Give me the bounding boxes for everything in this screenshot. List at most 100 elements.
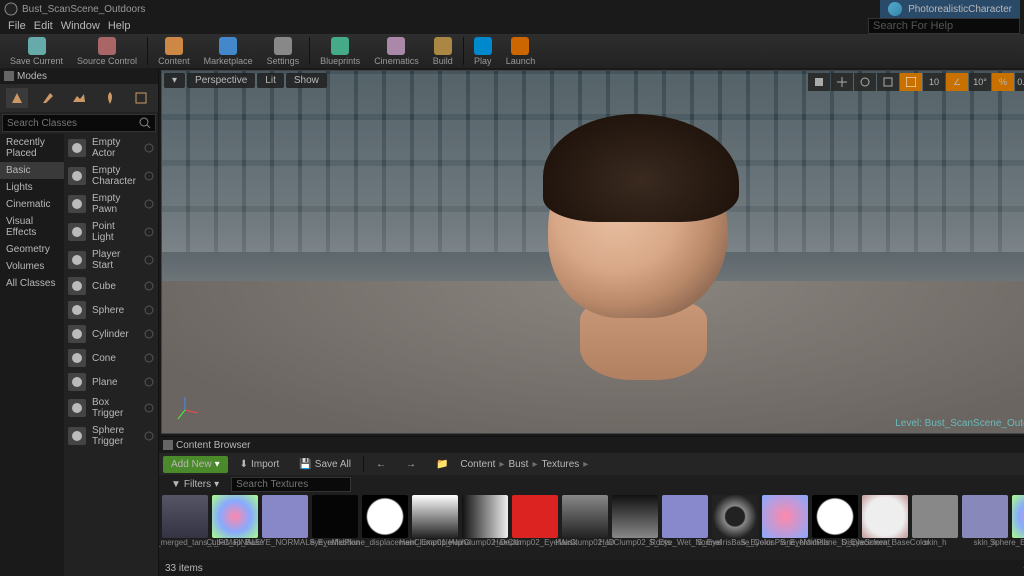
project-badge[interactable]: PhotorealisticCharacter: [880, 0, 1020, 18]
menu-file[interactable]: File: [8, 20, 26, 32]
toolbar-build[interactable]: Build: [427, 36, 459, 67]
refresh-icon: [144, 281, 154, 291]
foliage-mode-icon[interactable]: [99, 88, 121, 108]
search-help-input[interactable]: Search For Help: [868, 18, 1020, 34]
place-mode-icon[interactable]: [6, 88, 28, 108]
back-button[interactable]: ←: [368, 456, 394, 473]
asset-item[interactable]: CH2_exp04_merged_tans_t_FC_FINAL: [161, 495, 209, 558]
rotate-tool-icon[interactable]: [854, 73, 876, 91]
folder-icon[interactable]: 📁: [428, 456, 456, 473]
actor-box-trigger[interactable]: Box Trigger: [64, 394, 158, 422]
forward-button[interactable]: →: [398, 456, 424, 473]
actor-plane[interactable]: Plane: [64, 370, 158, 394]
viewport[interactable]: ▾ Perspective Lit Show 10 ∠ 10° % 0.25 📷…: [161, 70, 1024, 434]
scale-tool-icon[interactable]: [877, 73, 899, 91]
actor-point-light[interactable]: Point Light: [64, 218, 158, 246]
category-lights[interactable]: Lights: [0, 179, 64, 196]
refresh-icon: [144, 199, 154, 209]
lit-button[interactable]: Lit: [257, 73, 284, 88]
viewport-left-toolbar: ▾ Perspective Lit Show: [164, 73, 327, 88]
cb-toolbar: Add New ▾ ⬇ Import 💾 Save All ← → 📁 Cont…: [159, 453, 1024, 475]
cb-item-count: 33 items: [165, 563, 203, 574]
category-geometry[interactable]: Geometry: [0, 241, 64, 258]
filters-button[interactable]: ▼ Filters ▾: [163, 476, 227, 493]
asset-thumbnail: [862, 495, 908, 538]
asset-item[interactable]: S_EyeSclera_BaseColor: [861, 495, 909, 558]
show-button[interactable]: Show: [286, 73, 327, 88]
menu-window[interactable]: Window: [61, 20, 100, 32]
scale-snap-toggle[interactable]: %: [992, 73, 1014, 91]
asset-thumbnail: [1012, 495, 1024, 538]
toolbar-settings[interactable]: Settings: [261, 36, 306, 67]
asset-item[interactable]: CubeMap_Base: [211, 495, 259, 558]
asset-thumbnail: [262, 495, 308, 538]
translate-tool-icon[interactable]: [831, 73, 853, 91]
paint-mode-icon[interactable]: [37, 88, 59, 108]
actor-list: Empty ActorEmpty CharacterEmpty PawnPoin…: [64, 134, 158, 576]
toolbar-launch[interactable]: Launch: [500, 36, 542, 67]
cb-search-input[interactable]: [231, 477, 351, 492]
bc-textures[interactable]: Textures: [542, 459, 580, 470]
menu-help[interactable]: Help: [108, 20, 131, 32]
category-all-classes[interactable]: All Classes: [0, 275, 64, 292]
actor-sphere[interactable]: Sphere: [64, 298, 158, 322]
category-volumes[interactable]: Volumes: [0, 258, 64, 275]
actor-empty-actor[interactable]: Empty Actor: [64, 134, 158, 162]
viewport-menu-button[interactable]: ▾: [164, 73, 185, 88]
toolbar-save-current[interactable]: Save Current: [4, 36, 69, 67]
menu-edit[interactable]: Edit: [34, 20, 53, 32]
category-basic[interactable]: Basic: [0, 162, 64, 179]
geometry-mode-icon[interactable]: [130, 88, 152, 108]
asset-thumbnail: [612, 495, 658, 538]
refresh-icon: [144, 305, 154, 315]
category-cinematic[interactable]: Cinematic: [0, 196, 64, 213]
asset-item[interactable]: Sphere_EYE_NORMALS: [1011, 495, 1024, 558]
grid-snap-value[interactable]: 10: [923, 73, 945, 91]
landscape-mode-icon[interactable]: [68, 88, 90, 108]
sphere-icon: [68, 301, 86, 319]
toolbar-content[interactable]: Content: [152, 36, 196, 67]
content-browser-header: Content Browser: [159, 437, 1024, 453]
cone-icon: [68, 349, 86, 367]
toolbar-marketplace[interactable]: Marketplace: [198, 36, 259, 67]
import-button[interactable]: ⬇ Import: [232, 456, 288, 473]
asset-thumbnail: [412, 495, 458, 538]
add-new-button[interactable]: Add New ▾: [163, 456, 228, 473]
actor-empty-pawn[interactable]: Empty Pawn: [64, 190, 158, 218]
actor-player-start[interactable]: Player Start: [64, 246, 158, 274]
category-list: Recently PlacedBasicLightsCinematicVisua…: [0, 134, 64, 576]
refresh-icon: [144, 403, 154, 413]
asset-item[interactable]: EYE_NORMALS: [261, 495, 309, 558]
save-all-button[interactable]: 💾 Save All: [291, 456, 359, 473]
toolbar-source-control[interactable]: Source Control: [71, 36, 143, 67]
asset-thumbnail: [662, 495, 708, 538]
search-icon: [139, 117, 151, 129]
toolbar-blueprints[interactable]: Blueprints: [314, 36, 366, 67]
actor-cone[interactable]: Cone: [64, 346, 158, 370]
asset-thumbnail: [312, 495, 358, 538]
cube-icon: [68, 277, 86, 295]
angle-snap-toggle[interactable]: ∠: [946, 73, 968, 91]
bc-bust[interactable]: Bust: [508, 459, 528, 470]
refresh-icon: [144, 171, 154, 181]
asset-item[interactable]: skin_h: [911, 495, 959, 558]
scale-snap-value[interactable]: 0.25: [1015, 73, 1024, 91]
search-classes-input[interactable]: [7, 118, 139, 129]
search-classes[interactable]: [2, 114, 156, 132]
actor-empty-character[interactable]: Empty Character: [64, 162, 158, 190]
select-tool-icon[interactable]: [808, 73, 830, 91]
toolbar-cinematics[interactable]: Cinematics: [368, 36, 425, 67]
grid-snap-toggle[interactable]: [900, 73, 922, 91]
actor-cylinder[interactable]: Cylinder: [64, 322, 158, 346]
actor-cube[interactable]: Cube: [64, 274, 158, 298]
asset-item[interactable]: HairClump02_EyeMask: [511, 495, 559, 558]
project-icon: [888, 2, 902, 16]
bc-content[interactable]: Content: [460, 459, 495, 470]
toolbar-play[interactable]: Play: [468, 36, 498, 67]
actor-sphere-trigger[interactable]: Sphere Trigger: [64, 422, 158, 450]
refresh-icon: [144, 329, 154, 339]
angle-snap-value[interactable]: 10°: [969, 73, 991, 91]
perspective-button[interactable]: Perspective: [187, 73, 255, 88]
category-recently-placed[interactable]: Recently Placed: [0, 134, 64, 162]
category-visual-effects[interactable]: Visual Effects: [0, 213, 64, 241]
